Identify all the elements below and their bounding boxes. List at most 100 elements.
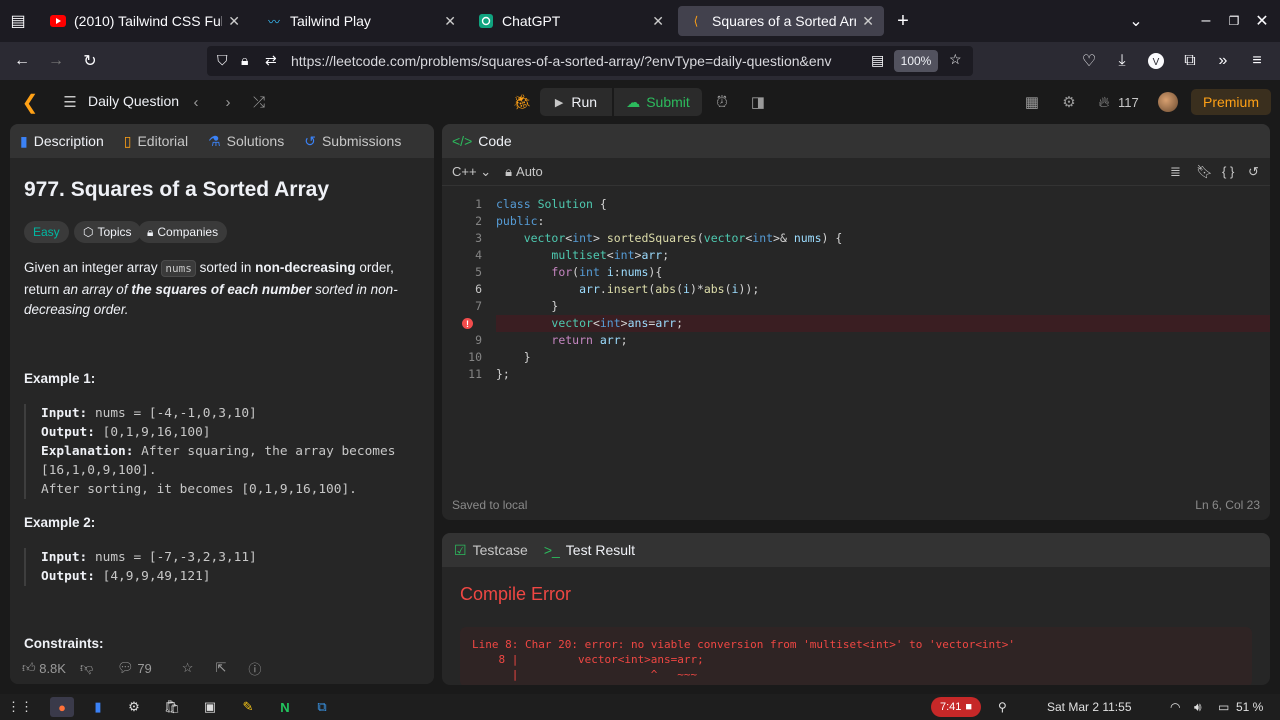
tab-solutions[interactable]: ⚗ Solutions — [198, 124, 294, 158]
close-icon[interactable]: ✕ — [444, 13, 456, 30]
tab-submissions[interactable]: ↺ Submissions — [294, 124, 411, 158]
list-icon[interactable]: ☰ — [62, 93, 78, 111]
code-brackets-icon: </> — [452, 133, 473, 149]
note-icon[interactable]: ◨ — [748, 92, 768, 112]
layout-icon[interactable]: ▦ — [1022, 92, 1042, 112]
star-icon[interactable]: ☆ — [182, 660, 194, 676]
format-icon[interactable]: ≣ — [1170, 164, 1181, 180]
tab-test-result[interactable]: Test Result — [566, 542, 635, 558]
saved-status: Saved to local — [452, 498, 528, 512]
close-icon[interactable]: ✕ — [652, 13, 664, 30]
extensions-icon[interactable]: ⧉ — [1180, 51, 1200, 71]
reader-view-icon[interactable]: ▤ — [871, 52, 884, 69]
browser-tab-youtube[interactable]: (2010) Tailwind CSS Full C ✕ — [40, 6, 250, 36]
language-select[interactable]: C++ ⌄ — [452, 164, 491, 180]
lock-icon: 🔒︎ — [505, 163, 513, 179]
text-editor-icon[interactable]: ✎ — [238, 697, 258, 717]
help-icon[interactable]: ⓘ — [248, 659, 261, 678]
forward-icon[interactable]: → — [46, 51, 66, 71]
zoom-level[interactable]: 100% — [894, 50, 938, 72]
close-icon[interactable]: ✕ — [228, 13, 240, 30]
alarm-icon[interactable]: ⏰︎ — [712, 92, 732, 112]
leetcode-logo-icon[interactable]: ❮ — [20, 92, 40, 114]
gear-icon[interactable]: ⚙ — [1059, 92, 1079, 112]
url-bar[interactable]: ⛉ 🔒︎ ⇄ https://leetcode.com/problems/squ… — [207, 46, 973, 76]
run-button[interactable]: ▶ Run — [540, 88, 612, 116]
new-tab-icon[interactable]: + — [893, 10, 913, 32]
cursor-position: Ln 6, Col 23 — [1195, 498, 1260, 512]
debug-icon[interactable]: 🐞︎ — [512, 92, 532, 112]
firefox-icon[interactable]: ● — [50, 697, 74, 717]
files-icon[interactable]: ▮ — [88, 697, 108, 717]
tab-description[interactable]: ▮ Description — [10, 124, 114, 158]
like-count: 8.8K — [39, 660, 66, 676]
mode-label[interactable]: Auto — [516, 164, 543, 179]
code-line: multiset<int>arr; — [551, 248, 670, 262]
download-icon[interactable]: ⤓ — [1112, 51, 1132, 71]
tag-icon: ⬡ — [83, 225, 94, 239]
vscode-icon[interactable]: ⧉ — [312, 697, 332, 717]
notion-app-icon[interactable]: N — [275, 697, 295, 717]
overflow-chevron-icon[interactable]: » — [1213, 51, 1233, 71]
terminal-app-icon[interactable]: ▣ — [200, 697, 220, 717]
bookmark-star-icon[interactable]: ☆ — [949, 51, 962, 68]
volume-icon[interactable]: 🔊︎ — [1194, 700, 1202, 715]
reset-icon[interactable]: ↺ — [1248, 164, 1259, 180]
back-icon[interactable]: ← — [12, 51, 32, 71]
tab-testcase[interactable]: Testcase — [473, 542, 528, 558]
browser-tab-leetcode[interactable]: ⟨ Squares of a Sorted Array ✕ — [678, 6, 884, 36]
thumbs-down-icon[interactable]: 👎︎ — [80, 660, 93, 676]
prev-problem-icon[interactable]: ‹ — [188, 93, 204, 111]
chevron-down-icon[interactable]: ⌄ — [1126, 11, 1146, 31]
avatar[interactable] — [1158, 92, 1178, 112]
reload-icon[interactable]: ↻ — [80, 51, 100, 71]
app-grid-icon[interactable]: ⋮⋮ — [7, 697, 33, 717]
share-icon[interactable]: ⇱ — [215, 660, 226, 676]
editor-footer: Saved to local Ln 6, Col 23 — [442, 498, 1270, 518]
like-button[interactable]: 👍︎ 8.8K — [22, 660, 66, 676]
code-tab-label[interactable]: Code — [478, 133, 511, 149]
daily-question-label[interactable]: Daily Question — [88, 93, 179, 109]
url-text[interactable]: https://leetcode.com/problems/squares-of… — [291, 53, 861, 69]
wifi-icon[interactable]: ◠ — [1170, 700, 1180, 714]
result-tabs: ☑ Testcase >_ Test Result — [442, 533, 1270, 567]
difficulty-badge: Easy — [24, 221, 69, 243]
pin-icon[interactable]: ⚲ — [998, 700, 1007, 714]
menu-icon[interactable]: ≡ — [1247, 51, 1267, 71]
error-marker-icon[interactable]: ! — [462, 318, 473, 329]
minimize-icon[interactable]: – — [1196, 11, 1216, 31]
datetime[interactable]: Sat Mar 2 11:55 — [1047, 700, 1132, 714]
line-number: 3 — [475, 231, 482, 245]
code-editor[interactable]: ! 1 2 3 4 5 6 7 9 10 11 class Solution {… — [442, 196, 1270, 486]
next-problem-icon[interactable]: › — [220, 93, 236, 111]
battery-percent: 51 % — [1236, 700, 1264, 714]
browser-tab-chatgpt[interactable]: ChatGPT ✕ — [468, 6, 674, 36]
braces-icon[interactable]: { } — [1222, 164, 1234, 179]
lock-icon: 🔒︎ — [241, 52, 249, 68]
streak-count: 117 — [1118, 95, 1139, 110]
code-line: }; — [496, 367, 510, 381]
extension-v-icon[interactable]: V — [1146, 51, 1166, 71]
comments-button[interactable]: 💬︎ 79 — [117, 660, 152, 676]
bookmark-icon[interactable]: 🔖︎ — [1196, 164, 1213, 180]
tab-list-icon[interactable]: ▤ — [8, 11, 28, 31]
flame-icon[interactable]: 🔥︎ — [1096, 92, 1112, 112]
line-number: 11 — [468, 367, 482, 381]
tab-editorial[interactable]: ▯ Editorial — [114, 124, 198, 158]
close-icon[interactable]: ✕ — [862, 13, 874, 30]
shuffle-icon[interactable]: ⤮ — [250, 93, 268, 111]
problem-title[interactable]: 977. Squares of a Sorted Array — [24, 178, 329, 202]
constraints-heading: Constraints: — [24, 636, 104, 651]
store-icon[interactable]: 🛍︎ — [162, 697, 182, 717]
line-number: 5 — [475, 265, 482, 279]
window-close-icon[interactable]: ✕ — [1252, 11, 1272, 31]
browser-tab-tailwind[interactable]: 〰 Tailwind Play ✕ — [256, 6, 466, 36]
pocket-icon[interactable]: ♡ — [1079, 51, 1099, 71]
restore-icon[interactable]: ❐ — [1224, 11, 1244, 31]
recording-badge[interactable]: 7:41 ■ — [931, 697, 981, 717]
submit-button[interactable]: ☁ Submit — [614, 88, 702, 116]
companies-chip[interactable]: 🔒︎ Companies — [138, 221, 228, 243]
topics-chip[interactable]: ⬡ Topics — [74, 221, 141, 243]
settings-icon[interactable]: ⚙ — [124, 697, 144, 717]
premium-button[interactable]: Premium — [1191, 89, 1271, 115]
